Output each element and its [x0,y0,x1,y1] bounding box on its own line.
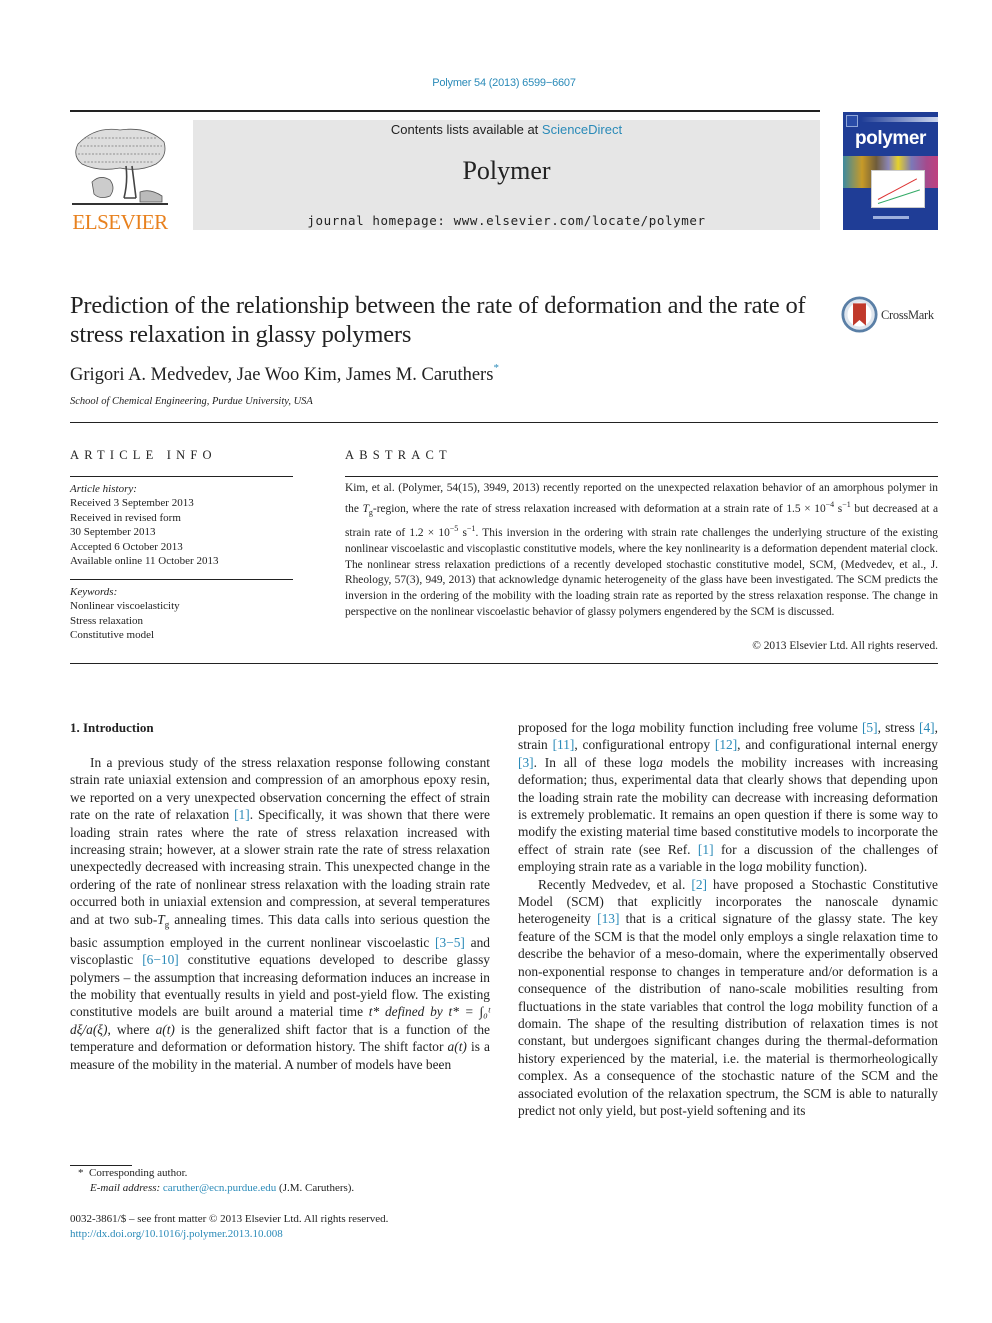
abstract-text: . This inversion in the ordering with st… [345,526,938,619]
abstract-heading: ABSTRACT [345,448,452,462]
history-label: Article history: [70,483,137,495]
divider [70,476,293,477]
footnote: * Corresponding author. E-mail address: … [78,1166,354,1196]
reference-link[interactable]: [3] [518,755,534,770]
journal-name: Polymer [462,156,551,185]
crossmark-button[interactable]: CrossMark [841,296,941,334]
body-text: , configurational entropy [574,737,715,753]
doi-link[interactable]: http://dx.doi.org/10.1016/j.polymer.2013… [70,1228,283,1240]
reference-link[interactable]: [5] [862,720,878,735]
email-link[interactable]: caruther@ecn.purdue.edu [163,1182,276,1194]
affiliation: School of Chemical Engineering, Purdue U… [70,396,313,407]
reference-link[interactable]: [4] [919,720,935,735]
history-item: 30 September 2013 [70,526,156,539]
email-label: E-mail address: [90,1182,161,1194]
math-shift-factor: a(t) [447,1039,467,1055]
keywords-label: Keywords: [70,586,118,598]
corresponding-author-mark[interactable]: * [493,362,499,374]
footnote-email: E-mail address: caruther@ecn.purdue.edu … [78,1181,354,1196]
exponent: −1 [842,499,851,509]
keywords: Keywords: Nonlinear viscoelasticity Stre… [70,585,300,643]
divider [70,663,938,664]
section-heading-introduction: 1. Introduction [70,720,154,735]
elsevier-cover-icon [846,115,858,127]
header-rule [70,110,820,112]
abstract-text: s [458,526,467,539]
history-item: Available online 11 October 2013 [70,555,219,568]
body-column-right: proposed for the log a mobility function … [518,719,938,1119]
journal-citation[interactable]: Polymer 54 (2013) 6599−6607 [0,77,992,89]
article-title: Prediction of the relationship between t… [70,292,806,348]
article-info-heading: ARTICLE INFO [70,448,217,462]
keyword: Nonlinear viscoelasticity [70,600,180,613]
body-text: Recently Medvedev, et al. [538,876,692,892]
reference-link[interactable]: [3−5] [435,935,465,950]
journal-homepage-link[interactable]: journal homepage: www.elsevier.com/locat… [193,213,820,228]
contents-line: Contents lists available at ScienceDirec… [193,122,820,137]
exponent: −4 [825,499,835,509]
reference-link[interactable]: [11] [553,737,575,752]
journal-cover-thumbnail[interactable]: polymer [843,112,938,230]
tg-symbol: T [157,911,165,927]
divider [70,422,938,423]
reference-link[interactable]: [12] [715,737,737,752]
body-text: , and configurational internal energy [737,737,938,753]
article-history: Article history: Received 3 September 20… [70,482,300,568]
crossmark-label: CrossMark [881,308,934,322]
elsevier-logo[interactable]: ELSEVIER [70,118,170,234]
crossmark-icon [841,296,878,333]
footnote-mark: * [78,1167,84,1179]
body-text: . Specifically, it was shown that there … [70,807,490,927]
paragraph: Recently Medvedev, et al. [2] have propo… [518,876,938,1120]
math-a: a [755,859,763,875]
body-text: proposed for the log [518,720,629,735]
keyword: Stress relaxation [70,614,144,627]
footnote-corresponding: * Corresponding author. [78,1166,354,1181]
body-text: mobility function). [762,859,868,875]
issn-line: 0032-3861/$ – see front matter © 2013 El… [70,1213,389,1225]
history-item: Received in revised form [70,511,181,524]
reference-link[interactable]: [13] [597,911,619,926]
paragraph: proposed for the log a mobility function … [518,719,938,876]
divider [70,579,293,580]
reference-link[interactable]: [1] [698,842,714,857]
math-shift-factor: a(t) [155,1021,175,1037]
math-a: a [656,754,663,770]
divider [345,476,938,477]
reference-link[interactable]: [2] [691,877,707,892]
elsevier-tree-icon [72,128,168,205]
history-item: Received 3 September 2013 [70,497,194,510]
elsevier-wordmark: ELSEVIER [72,210,168,234]
body-text: , where [107,1021,156,1037]
reference-link[interactable]: [1] [234,807,250,822]
journal-header-box: Contents lists available at ScienceDirec… [193,120,820,230]
cover-title: polymer [854,128,927,149]
body-column-left: In a previous study of the stress relaxa… [70,754,490,1073]
footnote-text: Corresponding author. [89,1167,188,1179]
abstract-copyright: © 2013 Elsevier Ltd. All rights reserved… [752,640,938,652]
author-list: Grigori A. Medvedev, Jae Woo Kim, James … [70,362,499,386]
math-a: a [806,998,814,1014]
keyword: Constitutive model [70,629,155,642]
cover-figure [871,170,925,208]
authors-text: Grigori A. Medvedev, Jae Woo Kim, James … [70,365,494,386]
cover-editor-line [873,216,909,219]
body-text: mobility function of a domain. The shape… [518,998,938,1118]
abstract-body: Kim, et al. (Polymer, 54(15), 3949, 2013… [345,481,938,621]
history-item: Accepted 6 October 2013 [70,540,183,553]
body-text: . In all of these log [533,754,657,770]
paragraph: In a previous study of the stress relaxa… [70,754,490,1073]
abstract-text: -region, where the rate of stress relaxa… [372,502,826,515]
contents-prefix: Contents lists available at [390,122,542,137]
body-text: , stress [877,720,919,735]
cover-band [861,117,938,122]
email-suffix: (J.M. Caruthers). [276,1182,355,1194]
reference-link[interactable]: [6−10] [142,952,179,967]
sciencedirect-link[interactable]: ScienceDirect [542,122,622,137]
body-text: mobility function including free volume [635,720,862,735]
issn-block: 0032-3861/$ – see front matter © 2013 El… [70,1212,388,1242]
